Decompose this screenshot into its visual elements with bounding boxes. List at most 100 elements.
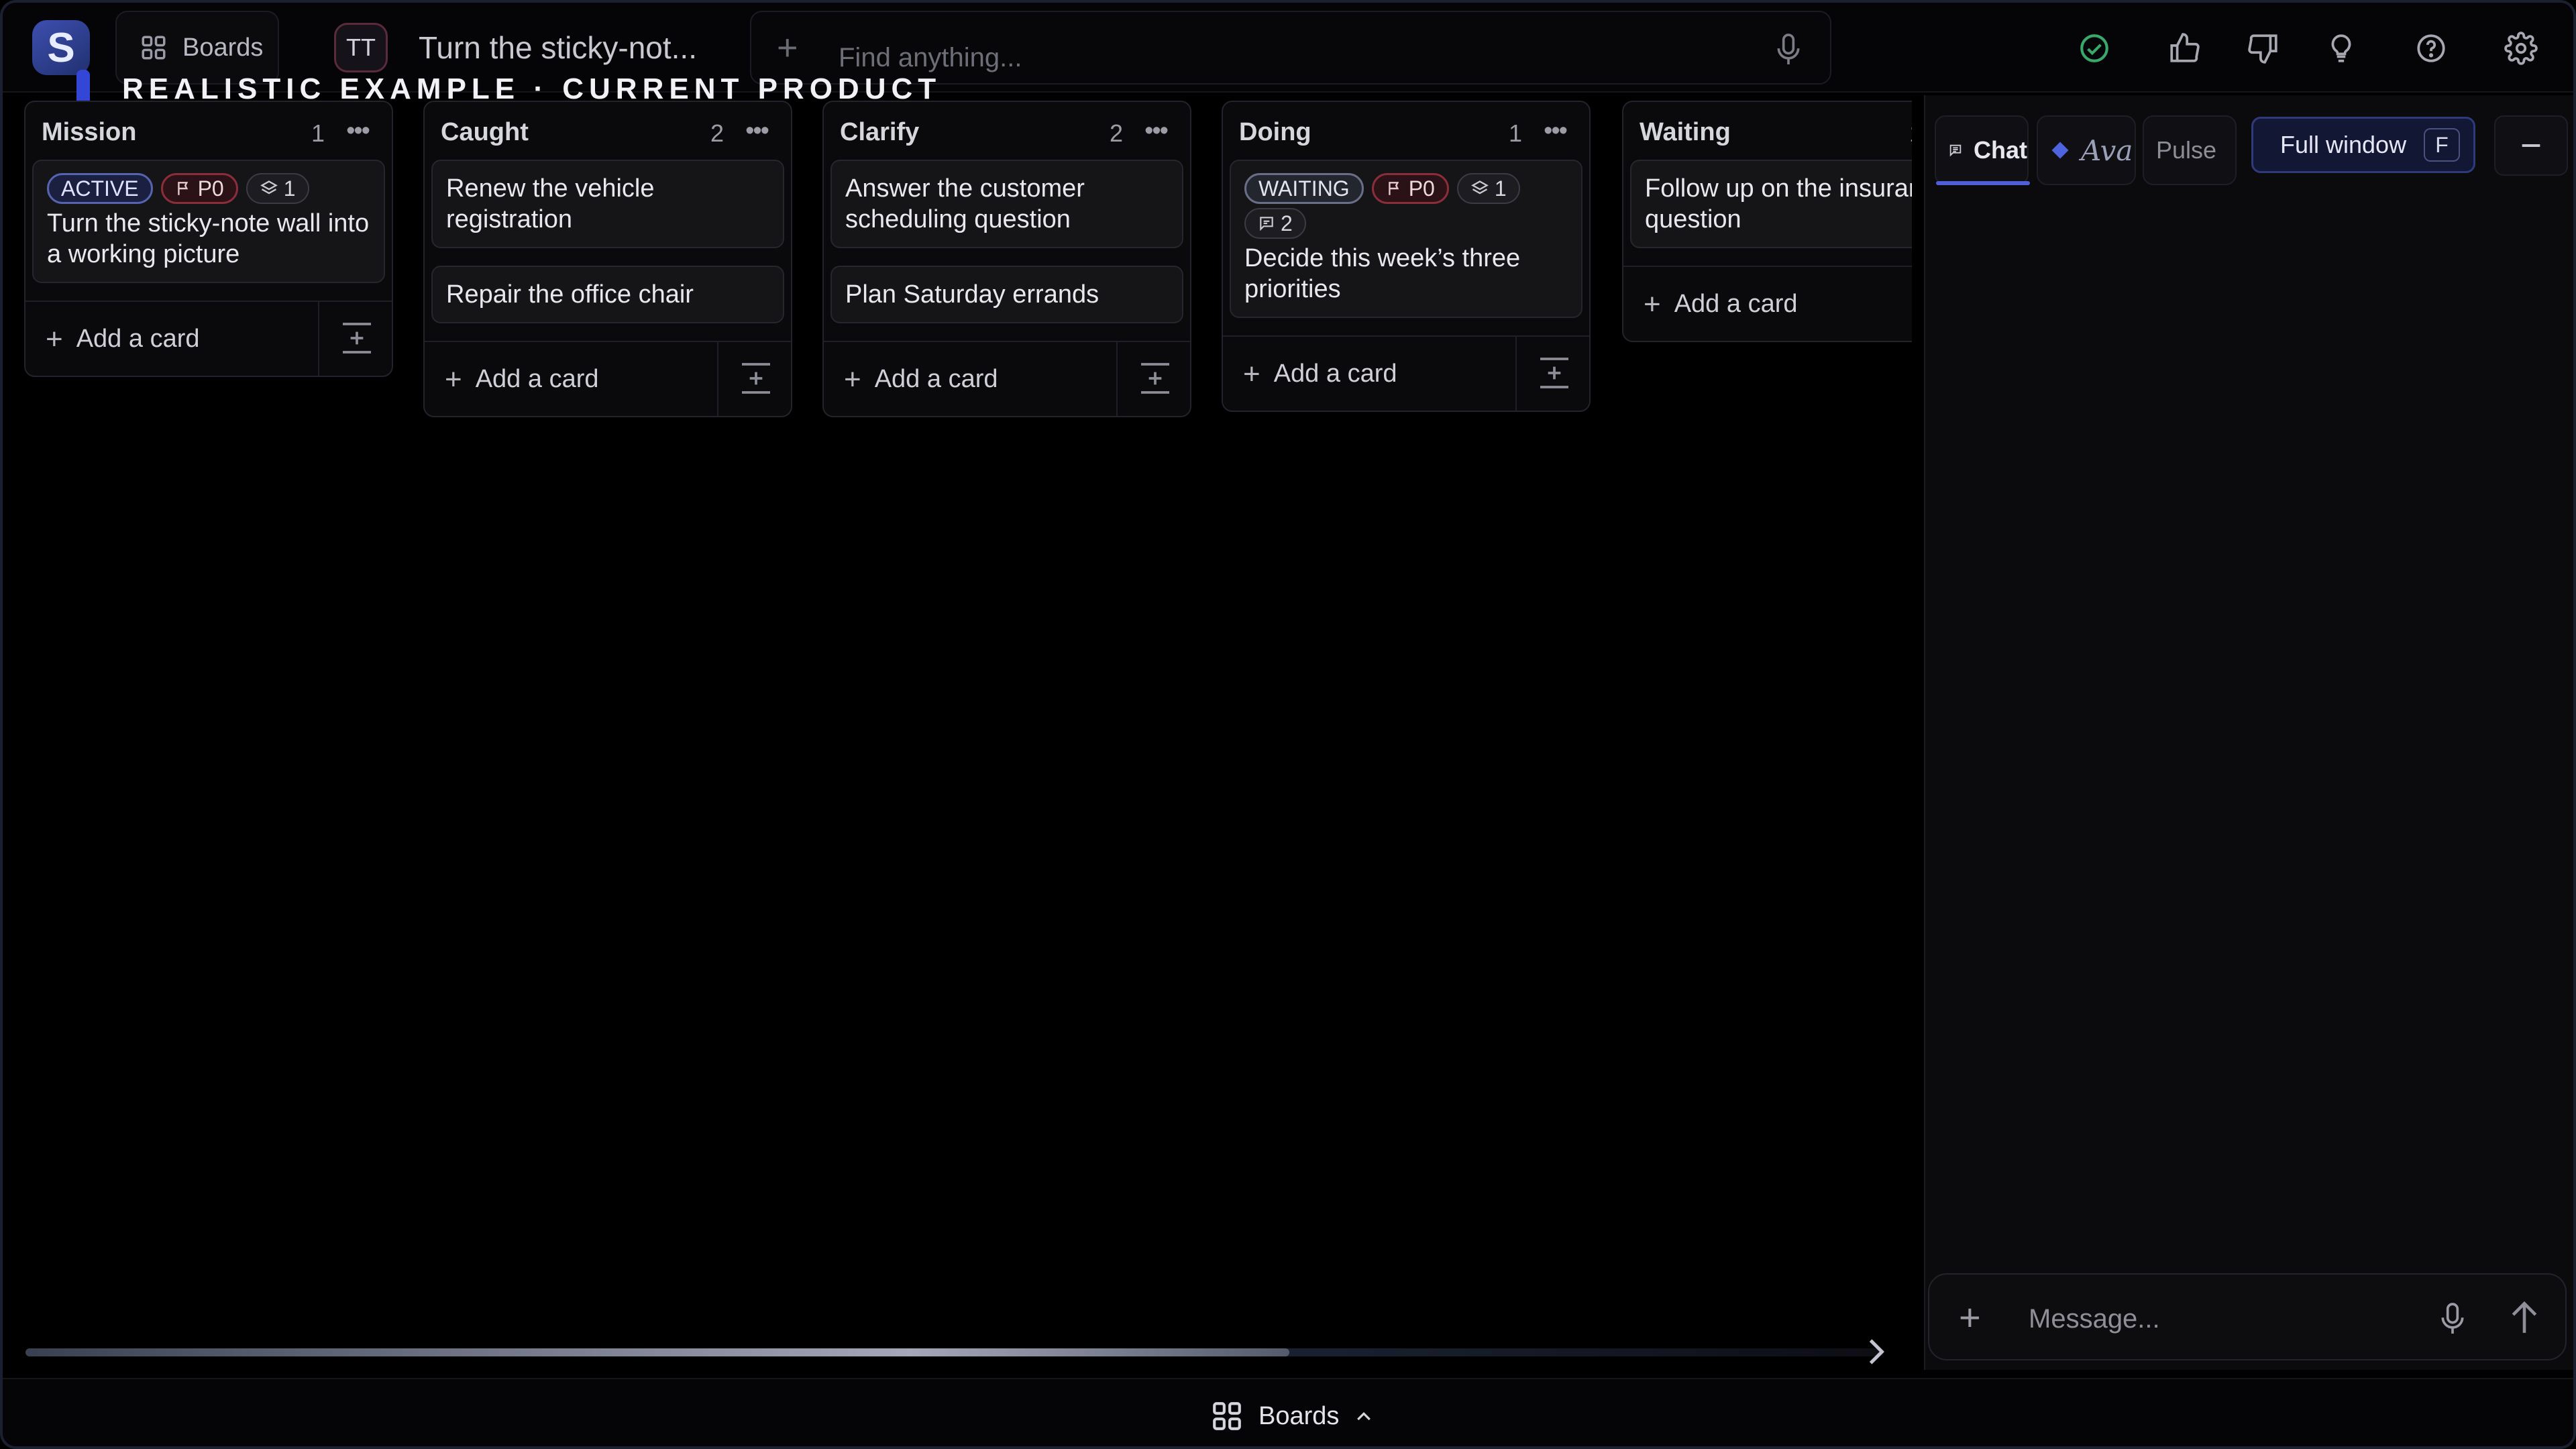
microphone-icon[interactable]: [2438, 1301, 2467, 1336]
column-footer: + Add a card: [1623, 266, 1912, 341]
minimize-button[interactable]: [2494, 115, 2568, 176]
column-title: Clarify: [840, 118, 920, 146]
add-card-button[interactable]: + Add a card: [844, 362, 998, 396]
column-title: Mission: [42, 118, 137, 146]
column-header: Doing 1 •••: [1223, 102, 1589, 160]
card-text: Renew the vehicle registration: [446, 174, 655, 233]
column-footer: + Add a card: [425, 341, 791, 416]
plus-icon: +: [1243, 357, 1260, 390]
scrollbar-thumb[interactable]: [25, 1348, 1289, 1356]
microphone-icon[interactable]: [1774, 32, 1803, 67]
thumbs-up-icon[interactable]: [2164, 28, 2204, 68]
layers-icon: [1470, 180, 1489, 195]
add-card-label: Add a card: [1674, 290, 1798, 318]
status-badge: WAITING: [1244, 173, 1364, 204]
message-composer[interactable]: + Message...: [1928, 1273, 2567, 1360]
column-header: Caught 2 •••: [425, 102, 791, 160]
help-icon[interactable]: [2411, 28, 2451, 68]
card[interactable]: Plan Saturday errands: [830, 266, 1183, 323]
settings-icon[interactable]: [2501, 28, 2541, 68]
plus-icon: +: [1644, 287, 1661, 321]
column-header: Mission 1 •••: [25, 102, 392, 160]
grid-icon: [142, 36, 166, 60]
more-icon[interactable]: •••: [1144, 117, 1169, 146]
plus-icon: +: [844, 362, 861, 396]
send-arrow-icon[interactable]: [2508, 1299, 2541, 1336]
column-count: 1: [311, 119, 325, 147]
app-logo[interactable]: S: [32, 20, 90, 75]
app-window: S Boards TT Turn the sticky-not... + Fin…: [0, 0, 2576, 1449]
attach-icon[interactable]: +: [1959, 1299, 1981, 1336]
boards-switcher[interactable]: Boards: [1210, 1399, 1374, 1433]
shortcut-key: F: [2424, 128, 2461, 162]
chevron-up-icon: [1357, 1411, 1371, 1421]
thumbs-down-icon[interactable]: [2243, 28, 2284, 68]
check-circle-icon[interactable]: [2074, 28, 2114, 68]
add-card-label: Add a card: [1273, 360, 1397, 388]
add-card-label: Add a card: [475, 365, 599, 393]
tab-chat[interactable]: Chat: [1935, 115, 2030, 185]
column-header: Clarify 2 •••: [824, 102, 1190, 160]
message-input[interactable]: Message...: [2029, 1304, 2160, 1334]
more-icon[interactable]: •••: [1544, 117, 1568, 146]
insert-divider-icon[interactable]: [1536, 354, 1573, 392]
insert-divider-icon[interactable]: [1136, 360, 1174, 397]
tab-pulse[interactable]: Pulse: [2143, 115, 2237, 185]
add-card-button[interactable]: + Add a card: [1644, 287, 1798, 321]
boards-switcher-label: Boards: [1258, 1401, 1340, 1430]
column-footer: + Add a card: [25, 301, 392, 376]
horizontal-scrollbar[interactable]: [25, 1348, 1884, 1356]
stack-badge: 1: [1456, 173, 1520, 204]
insert-divider-icon[interactable]: [338, 319, 376, 357]
card[interactable]: Answer the customer scheduling question: [830, 160, 1183, 248]
column-footer: + Add a card: [1223, 335, 1589, 411]
column-waiting: Waiting 1 ••• Follow up on the insurance…: [1622, 101, 1912, 342]
add-card-button[interactable]: + Add a card: [46, 324, 200, 354]
priority-badge: P0: [1371, 173, 1449, 204]
priority-label: P0: [1408, 176, 1435, 201]
add-icon[interactable]: +: [777, 30, 798, 66]
card[interactable]: Repair the office chair: [431, 266, 784, 323]
card-text: Decide this week’s three priorities: [1244, 244, 1521, 303]
tab-chat-label: Chat: [1974, 136, 2027, 164]
column-title: Doing: [1239, 118, 1311, 146]
add-card-label: Add a card: [874, 365, 998, 393]
more-icon[interactable]: •••: [745, 117, 769, 146]
card[interactable]: WAITING P0 1 2 Decide this week’s three …: [1230, 160, 1582, 318]
insert-divider-icon[interactable]: [737, 360, 775, 397]
card[interactable]: ACTIVE P0 1 Turn the sticky-note wall in…: [32, 160, 385, 283]
add-card-button[interactable]: + Add a card: [1243, 357, 1397, 390]
add-card-button[interactable]: + Add a card: [445, 364, 599, 394]
card-text: Plan Saturday errands: [845, 280, 1099, 309]
card[interactable]: Renew the vehicle registration: [431, 160, 784, 248]
column-doing: Doing 1 ••• WAITING P0 1 2 Decide this w…: [1222, 101, 1591, 412]
card-text: Follow up on the insurance question: [1645, 174, 1912, 233]
footer-divider: [717, 342, 718, 416]
full-window-button[interactable]: Full window F: [2251, 117, 2475, 173]
column-title: Caught: [441, 118, 529, 146]
board-avatar[interactable]: TT: [334, 23, 388, 72]
scroll-right-icon[interactable]: [1868, 1338, 1885, 1366]
bottom-bar: Boards: [3, 1378, 2573, 1446]
chat-panel: Chat Ava Pulse Full window F + Message..…: [1924, 95, 2573, 1370]
tab-ava[interactable]: Ava: [2037, 115, 2136, 185]
search-input[interactable]: Find anything...: [839, 43, 1022, 73]
column-mission: Mission 1 ••• ACTIVE P0 1 Turn the stick…: [24, 101, 393, 377]
priority-label: P0: [197, 176, 224, 201]
stack-badge: 1: [246, 173, 309, 204]
column-count: 2: [1109, 119, 1123, 147]
column-footer: + Add a card: [824, 341, 1190, 416]
active-tab-indicator: [1936, 181, 2030, 185]
column-clarify: Clarify 2 ••• Answer the customer schedu…: [822, 101, 1191, 417]
stack-count: 1: [283, 176, 296, 201]
priority-badge: P0: [160, 173, 238, 204]
add-card-label: Add a card: [76, 325, 200, 353]
card[interactable]: Follow up on the insurance question: [1630, 160, 1912, 248]
column-header: Waiting 1 •••: [1623, 102, 1912, 160]
card-badges: WAITING P0 1: [1244, 173, 1568, 204]
column-caught: Caught 2 ••• Renew the vehicle registrat…: [423, 101, 792, 417]
tab-ava-label: Ava: [2081, 133, 2133, 167]
more-icon[interactable]: •••: [346, 117, 370, 146]
lightbulb-icon[interactable]: [2321, 28, 2361, 68]
board-title[interactable]: Turn the sticky-not...: [419, 30, 697, 66]
